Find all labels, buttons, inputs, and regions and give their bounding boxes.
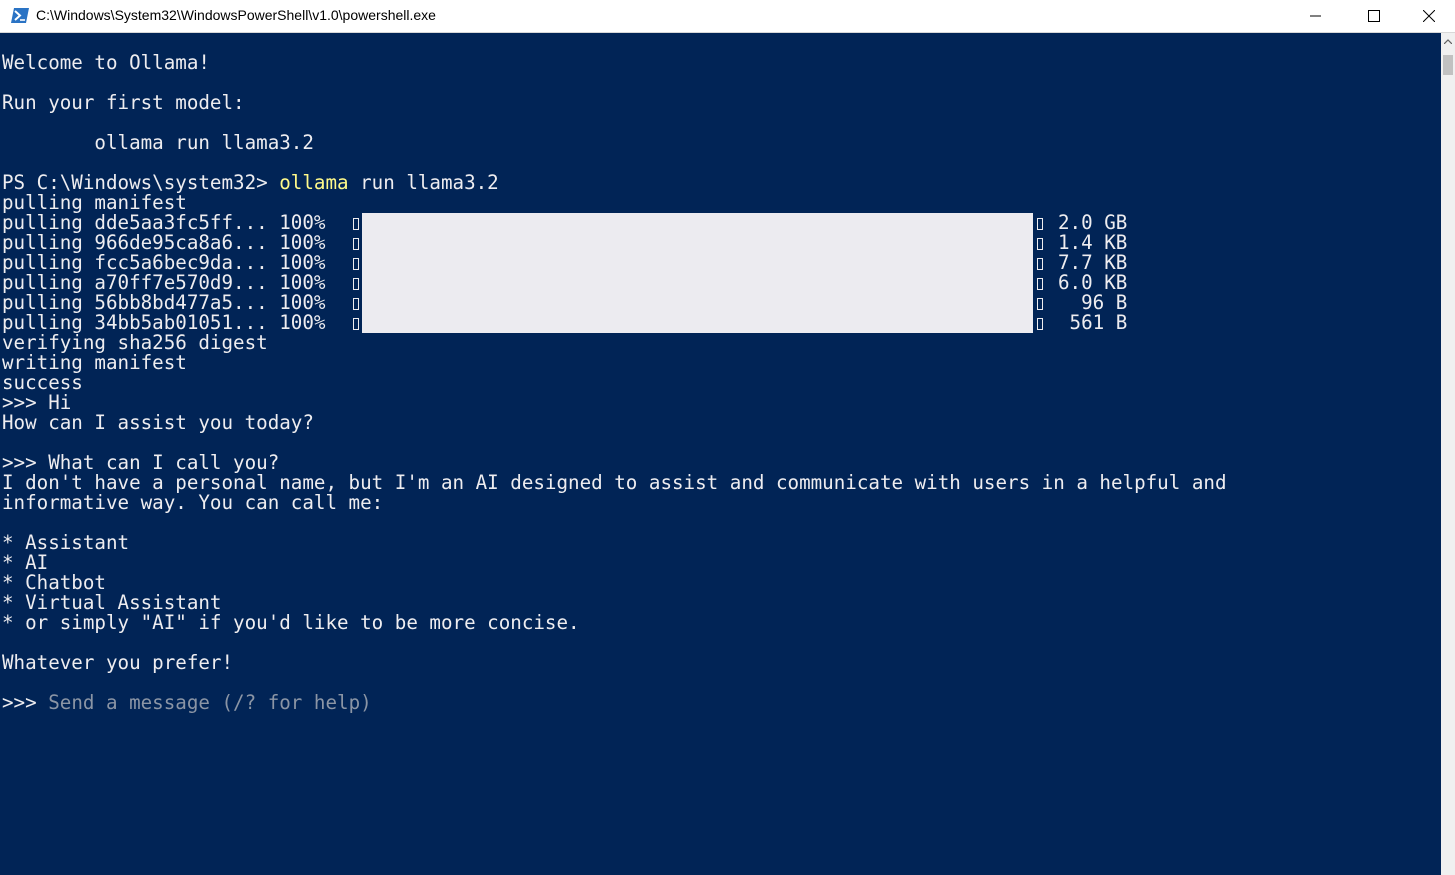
maximize-button[interactable] — [1345, 0, 1403, 32]
prompt-command-args: run llama3.2 — [348, 171, 499, 194]
bar-end-glyph — [1037, 258, 1043, 270]
assistant-reply: How can I assist you today? — [2, 411, 314, 434]
chevron-up-icon — [1444, 39, 1452, 44]
bullet-item: * AI — [2, 551, 49, 574]
prompt-line: PS C:\Windows\system32> ollama run llama… — [2, 173, 499, 193]
bar-start-glyph — [353, 218, 359, 230]
progress-bar — [362, 213, 1033, 233]
minimize-button[interactable] — [1287, 0, 1345, 32]
progress-bar — [362, 273, 1033, 293]
scroll-thumb[interactable] — [1443, 55, 1453, 75]
prompt-command-keyword: ollama — [279, 171, 349, 194]
run-first-text: Run your first model: — [2, 91, 245, 114]
bullet-item: * Chatbot — [2, 571, 106, 594]
progress-bar — [362, 233, 1033, 253]
example-command: ollama run llama3.2 — [2, 131, 314, 154]
input-prompt: >>> — [2, 691, 49, 714]
welcome-text: Welcome to Ollama! — [2, 51, 210, 74]
bullet-item: * Assistant — [2, 531, 130, 554]
bullet-item: * or simply "AI" if you'd like to be mor… — [2, 611, 580, 634]
pull-label: pulling 56bb8bd477a5... 100% — [2, 291, 338, 314]
scroll-up-button[interactable] — [1441, 33, 1455, 50]
pull-label: pulling a70ff7e570d9... 100% — [2, 271, 338, 294]
pull-label: pulling fcc5a6bec9da... 100% — [2, 251, 338, 274]
bar-end-glyph — [1037, 218, 1043, 230]
pull-size: 1.4 KB — [1058, 231, 1128, 254]
pulling-manifest-text: pulling manifest — [2, 191, 187, 214]
powershell-icon — [11, 8, 29, 23]
message-input[interactable]: >>> Send a message (/? for help) — [2, 693, 372, 713]
user-message: >>> Hi — [2, 391, 72, 414]
pull-size: 561 B — [1058, 311, 1128, 334]
verifying-text: verifying sha256 digest — [2, 331, 268, 354]
bar-start-glyph — [353, 298, 359, 310]
pull-size: 6.0 KB — [1058, 271, 1128, 294]
input-placeholder: Send a message (/? for help) — [48, 691, 372, 714]
minimize-icon — [1310, 15, 1321, 17]
pull-size: 2.0 GB — [1058, 211, 1128, 234]
pull-size: 96 B — [1058, 291, 1128, 314]
bar-end-glyph — [1037, 318, 1043, 330]
bar-start-glyph — [353, 238, 359, 250]
maximize-icon — [1368, 10, 1380, 22]
vertical-scrollbar[interactable] — [1441, 33, 1455, 875]
bullet-item: * Virtual Assistant — [2, 591, 222, 614]
console-area[interactable]: Welcome to Ollama! Run your first model:… — [0, 33, 1441, 875]
user-message: >>> What can I call you? — [2, 451, 280, 474]
bar-end-glyph — [1037, 278, 1043, 290]
window-title: C:\Windows\System32\WindowsPowerShell\v1… — [36, 7, 436, 23]
bar-start-glyph — [353, 278, 359, 290]
close-icon — [1423, 10, 1435, 22]
assistant-reply: I don't have a personal name, but I'm an… — [2, 471, 1227, 494]
progress-bar — [362, 313, 1033, 333]
bar-start-glyph — [353, 258, 359, 270]
bar-end-glyph — [1037, 298, 1043, 310]
writing-text: writing manifest — [2, 351, 187, 374]
pull-size: 7.7 KB — [1058, 251, 1128, 274]
success-text: success — [2, 371, 83, 394]
pull-label: pulling 34bb5ab01051... 100% — [2, 311, 338, 334]
close-button[interactable] — [1403, 0, 1455, 32]
bar-start-glyph — [353, 318, 359, 330]
assistant-reply: Whatever you prefer! — [2, 651, 234, 674]
title-bar[interactable]: C:\Windows\System32\WindowsPowerShell\v1… — [0, 0, 1455, 33]
pull-label: pulling dde5aa3fc5ff... 100% — [2, 211, 338, 234]
progress-bar — [362, 293, 1033, 313]
pull-label: pulling 966de95ca8a6... 100% — [2, 231, 338, 254]
bar-end-glyph — [1037, 238, 1043, 250]
assistant-reply: informative way. You can call me: — [2, 491, 384, 514]
progress-bar — [362, 253, 1033, 273]
